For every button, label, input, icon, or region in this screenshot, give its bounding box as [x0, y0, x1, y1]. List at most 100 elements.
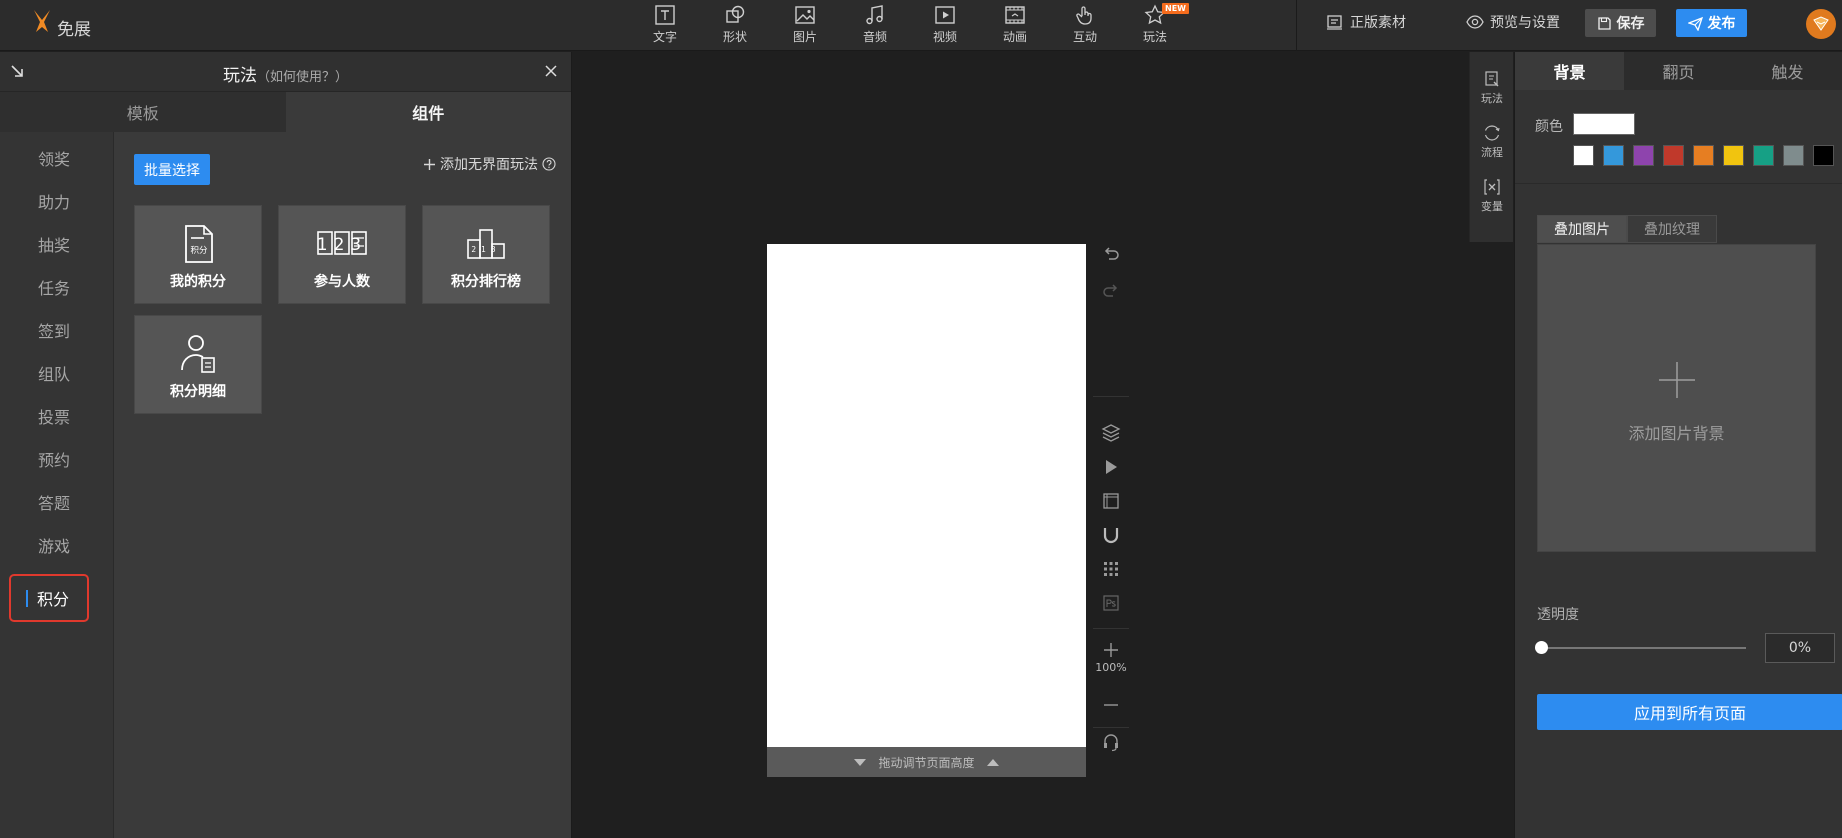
tab-background[interactable]: 背景	[1515, 52, 1624, 90]
magnet-icon	[1103, 528, 1119, 544]
color-swatch[interactable]	[1723, 145, 1744, 166]
category-item[interactable]: 投票	[10, 392, 90, 440]
materials-link[interactable]: 正版素材	[1326, 12, 1406, 32]
mode-flow[interactable]: 流程	[1470, 116, 1514, 168]
gameplay-icon	[1485, 71, 1499, 87]
publish-button[interactable]: 发布	[1676, 9, 1747, 37]
height-handle-label: 拖动调节页面高度	[878, 755, 975, 770]
hand-icon	[1076, 6, 1092, 25]
tab-components[interactable]: 组件	[285, 92, 571, 132]
add-background-image-area[interactable]: 添加图片背景	[1537, 244, 1816, 552]
tab-trigger[interactable]: 触发	[1733, 52, 1842, 90]
component-card-leaderboard[interactable]: 213 积分排行榜	[422, 205, 550, 304]
mini-label: 玩法	[1481, 92, 1503, 105]
tool-label: 音频	[862, 30, 887, 44]
color-swatch[interactable]	[1633, 145, 1654, 166]
tool-gameplay[interactable]: 玩法 NEW	[1120, 0, 1190, 51]
tab-overlay-image[interactable]: 叠加图片	[1537, 215, 1627, 243]
materials-label: 正版素材	[1350, 15, 1406, 31]
grid-button[interactable]	[1089, 554, 1133, 584]
redo-icon	[1103, 284, 1118, 297]
magnet-button[interactable]	[1089, 520, 1133, 550]
help-circle-icon[interactable]	[542, 157, 556, 171]
color-swatch[interactable]	[1603, 145, 1624, 166]
undo-icon	[1104, 247, 1119, 260]
category-item[interactable]: 答题	[10, 478, 90, 526]
category-item[interactable]: 任务	[10, 263, 90, 311]
color-swatch[interactable]	[1663, 145, 1684, 166]
user-avatar[interactable]	[1806, 9, 1836, 39]
component-card-participants[interactable]: 123 参与人数	[278, 205, 406, 304]
page-height-handle[interactable]: 拖动调节页面高度	[767, 747, 1086, 777]
batch-select-button[interactable]: 批量选择	[134, 154, 210, 185]
publish-label: 发布	[1707, 16, 1736, 32]
support-button[interactable]	[1089, 727, 1133, 757]
undo-button[interactable]	[1089, 240, 1133, 270]
image-icon	[795, 6, 815, 24]
zoom-out-button[interactable]	[1089, 690, 1133, 720]
add-headless-gameplay-link[interactable]: 添加无界面玩法	[423, 154, 556, 174]
tool-shape[interactable]: 形状	[700, 0, 770, 51]
mode-gameplay[interactable]: 玩法	[1470, 62, 1514, 114]
flow-icon	[1484, 125, 1500, 141]
tab-page-turn[interactable]: 翻页	[1624, 52, 1733, 90]
app-name: 免展	[57, 19, 91, 40]
category-item[interactable]: 助力	[10, 177, 90, 225]
opacity-slider-thumb[interactable]	[1535, 641, 1548, 654]
opacity-input[interactable]	[1765, 633, 1835, 663]
category-item[interactable]: 签到	[10, 306, 90, 354]
video-icon	[935, 6, 955, 24]
tool-animation[interactable]: 动画	[980, 0, 1050, 51]
preview-settings-link[interactable]: 预览与设置	[1466, 12, 1560, 32]
app-logo[interactable]: 免展	[30, 8, 91, 40]
section-divider	[1515, 183, 1842, 184]
redo-button[interactable]	[1089, 277, 1133, 307]
category-item[interactable]: 领奖	[10, 134, 90, 182]
podium-icon: 213	[467, 229, 505, 259]
tool-video[interactable]: 视频	[910, 0, 980, 51]
color-picker[interactable]	[1573, 113, 1635, 135]
headset-icon	[1104, 734, 1118, 752]
preview-label: 预览与设置	[1490, 15, 1560, 31]
tab-overlay-texture[interactable]: 叠加纹理	[1627, 215, 1717, 243]
tool-label: 图片	[792, 30, 817, 44]
music-icon	[866, 5, 883, 25]
category-item-selected[interactable]: 积分	[9, 574, 89, 622]
tool-audio[interactable]: 音频	[840, 0, 910, 51]
opacity-slider[interactable]	[1535, 641, 1746, 654]
page-canvas[interactable]	[767, 244, 1086, 747]
play-icon	[1106, 460, 1117, 474]
component-card-points-detail[interactable]: 积分明细	[134, 315, 262, 414]
category-item[interactable]: 组队	[10, 349, 90, 397]
tool-image[interactable]: 图片	[770, 0, 840, 51]
color-swatch[interactable]	[1753, 145, 1774, 166]
apply-to-all-pages-button[interactable]: 应用到所有页面	[1537, 694, 1842, 730]
layers-button[interactable]	[1089, 418, 1133, 448]
tool-interact[interactable]: 互动	[1050, 0, 1120, 51]
tool-label: 动画	[1002, 30, 1027, 44]
color-swatch[interactable]	[1693, 145, 1714, 166]
insert-toolbar: 文字 形状 图片 音频 视频 动画 互动 玩法 NEW	[630, 0, 1190, 51]
psd-import-button[interactable]	[1089, 588, 1133, 618]
tool-label: 互动	[1072, 30, 1097, 44]
play-preview-button[interactable]	[1089, 452, 1133, 482]
component-card-my-points[interactable]: 积分 我的积分	[134, 205, 262, 304]
panel-tabs: 模板 组件	[0, 92, 571, 132]
category-item[interactable]: 预约	[10, 435, 90, 483]
topbar-divider	[1296, 0, 1297, 51]
save-button[interactable]: 保存	[1585, 9, 1656, 37]
color-swatch[interactable]	[1813, 145, 1834, 166]
card-label: 参与人数	[314, 274, 370, 290]
tool-text[interactable]: 文字	[630, 0, 700, 51]
tab-templates[interactable]: 模板	[0, 92, 286, 132]
page-frame-button[interactable]	[1089, 486, 1133, 516]
rabbit-logo-icon	[34, 10, 50, 32]
category-item[interactable]: 抽奖	[10, 220, 90, 268]
color-swatch[interactable]	[1783, 145, 1804, 166]
how-to-use-link[interactable]: （如何使用？）	[257, 70, 348, 85]
color-swatch[interactable]	[1573, 145, 1594, 166]
card-label: 我的积分	[170, 274, 226, 290]
mode-variables[interactable]: 变量	[1470, 170, 1514, 222]
category-item[interactable]: 游戏	[10, 521, 90, 569]
close-icon[interactable]	[543, 63, 559, 79]
